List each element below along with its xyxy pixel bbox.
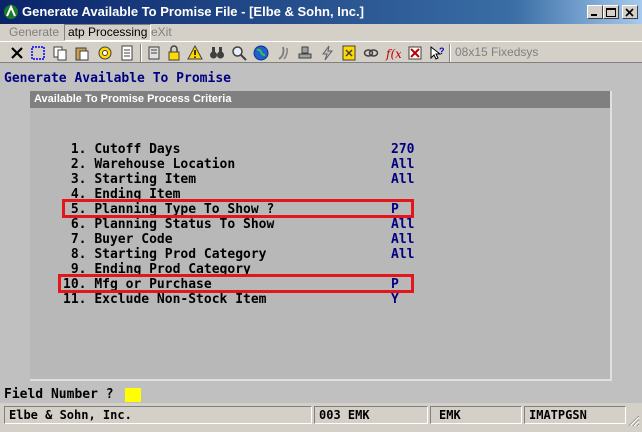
function-icon[interactable]: f(x): [383, 44, 403, 62]
calculator-icon[interactable]: [339, 44, 359, 62]
criteria-row[interactable]: 1. Cutoff Days 270: [30, 142, 590, 157]
help-pointer-icon[interactable]: ?: [427, 44, 447, 62]
criteria-value: All: [391, 247, 415, 262]
criteria-value: Y: [391, 292, 399, 307]
lightning-icon[interactable]: [317, 44, 337, 62]
paste-icon[interactable]: [72, 44, 92, 62]
minimize-button[interactable]: [587, 5, 603, 19]
menu-atp-processing[interactable]: atp Processing: [64, 24, 152, 41]
criteria-label: 1. Cutoff Days: [63, 142, 181, 157]
criteria-row[interactable]: 3. Starting Item All: [30, 172, 590, 187]
font-select[interactable]: 08x15 Fixedsys: [453, 44, 640, 61]
globe-icon[interactable]: [251, 44, 271, 62]
criteria-row[interactable]: 8. Starting Prod Category All: [30, 247, 590, 262]
criteria-value: All: [391, 232, 415, 247]
field-number-input[interactable]: [125, 388, 141, 402]
warning-icon[interactable]: [185, 44, 205, 62]
menu-bar: Generate atp Processing eXit: [0, 24, 642, 41]
toolbar-separator: [449, 44, 451, 62]
criteria-row[interactable]: 2. Warehouse Location All: [30, 157, 590, 172]
criteria-panel: Available To Promise Process Criteria 1.…: [30, 91, 612, 381]
script-icon[interactable]: [273, 44, 293, 62]
criteria-label: 6. Planning Status To Show: [63, 217, 275, 232]
status-user: EMK: [430, 406, 522, 424]
panel-header: Available To Promise Process Criteria: [30, 91, 610, 108]
criteria-row[interactable]: 6. Planning Status To Show All: [30, 217, 590, 232]
criteria-value: 270: [391, 142, 415, 157]
svg-text:f(x): f(x): [385, 47, 401, 61]
exit-icon[interactable]: [405, 44, 425, 62]
status-company: Elbe & Sohn, Inc.: [4, 406, 312, 424]
window-title: Generate Available To Promise File - [El…: [22, 4, 364, 19]
gear-icon[interactable]: [95, 44, 115, 62]
criteria-value: All: [391, 217, 415, 232]
toolbar-separator: [140, 44, 142, 62]
link-icon[interactable]: [361, 44, 381, 62]
criteria-label: 8. Starting Prod Category: [63, 247, 267, 262]
app-icon[interactable]: [3, 4, 19, 20]
resize-grip-icon[interactable]: [628, 414, 640, 427]
magnifier-icon[interactable]: [229, 44, 249, 62]
select-rect-icon[interactable]: [28, 44, 48, 62]
criteria-label: 2. Warehouse Location: [63, 157, 236, 172]
close-button[interactable]: [622, 5, 638, 19]
field-number-label: Field Number ?: [4, 387, 114, 402]
highlight-box-mfg-purchase: [58, 274, 414, 293]
toolbar: f(x) ? 08x15 Fixedsys: [0, 41, 642, 63]
svg-text:?: ?: [439, 46, 445, 56]
copy-icon[interactable]: [50, 44, 70, 62]
status-session: 003 EMK: [314, 406, 428, 424]
terminal-screen: Generate Available To Promise Available …: [0, 63, 642, 403]
page-title: Generate Available To Promise: [4, 71, 231, 86]
criteria-value: All: [391, 157, 415, 172]
close-x-icon[interactable]: [7, 44, 27, 62]
menu-generate[interactable]: Generate: [6, 25, 62, 40]
criteria-label: 7. Buyer Code: [63, 232, 173, 247]
criteria-row[interactable]: 11. Exclude Non-Stock Item Y: [30, 292, 590, 307]
binoculars-icon[interactable]: [207, 44, 227, 62]
maximize-button[interactable]: [603, 5, 619, 19]
stamp-icon[interactable]: [295, 44, 315, 62]
document-icon[interactable]: [117, 44, 137, 62]
lock-icon[interactable]: [164, 44, 184, 62]
menu-exit[interactable]: eXit: [148, 25, 175, 40]
panel-title: Available To Promise Process Criteria: [34, 93, 232, 105]
status-bar: Elbe & Sohn, Inc. 003 EMK EMK IMATPGSN: [0, 403, 642, 428]
status-program: IMATPGSN: [524, 406, 626, 424]
archive-icon[interactable]: [144, 44, 164, 62]
title-bar[interactable]: Generate Available To Promise File - [El…: [0, 0, 642, 24]
criteria-row[interactable]: 7. Buyer Code All: [30, 232, 590, 247]
criteria-label: 3. Starting Item: [63, 172, 197, 187]
criteria-label: 11. Exclude Non-Stock Item: [63, 292, 267, 307]
criteria-value: All: [391, 172, 415, 187]
highlight-box-planning-type: [62, 199, 414, 218]
